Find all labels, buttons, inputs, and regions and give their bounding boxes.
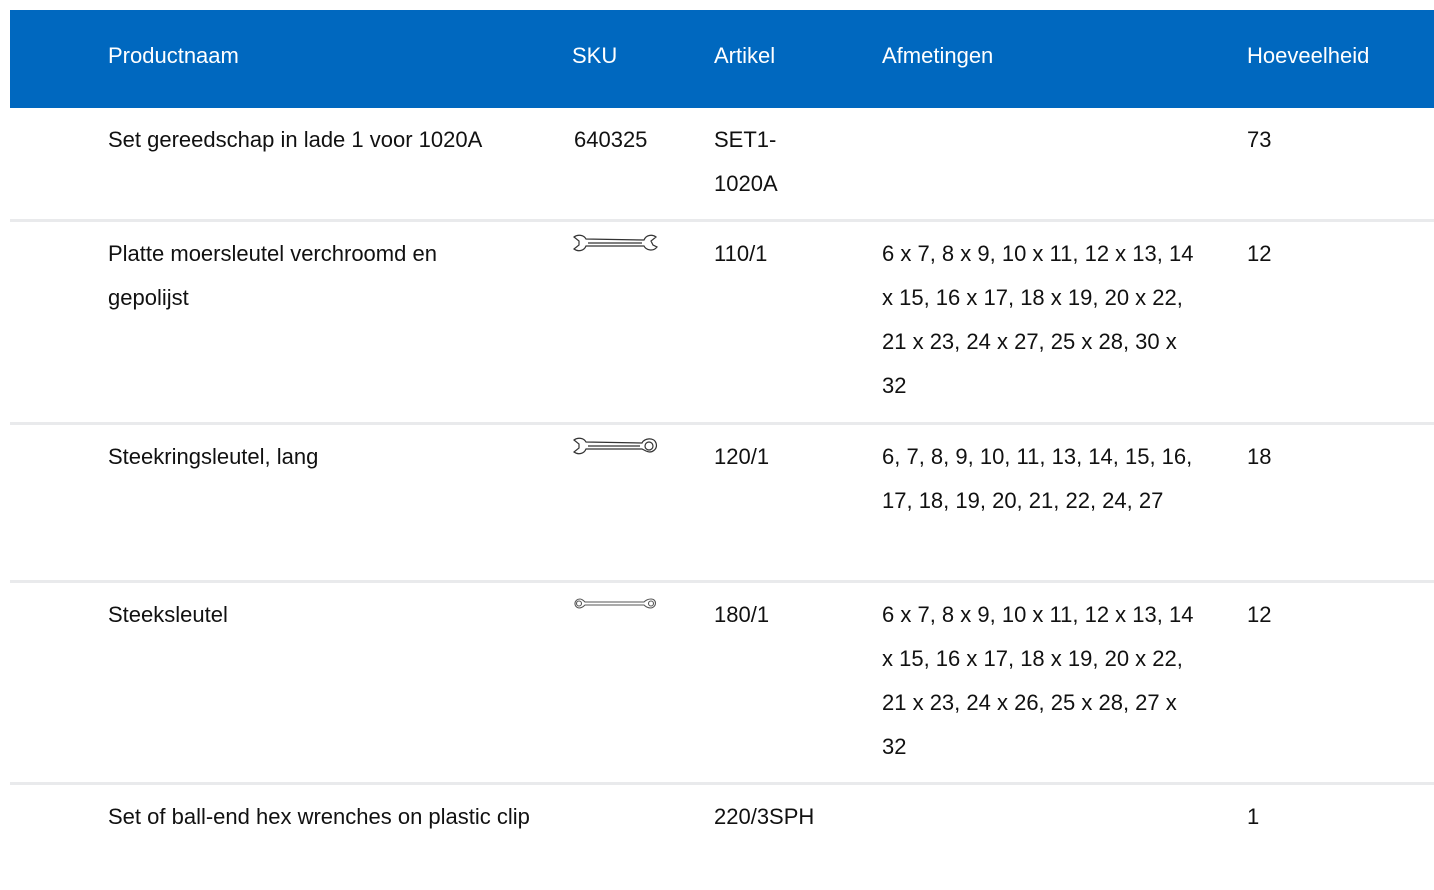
product-name: Steeksleutel	[108, 602, 228, 627]
header-product-name: Productnaam	[108, 43, 239, 68]
header-sku: SKU	[572, 43, 618, 68]
product-quantity: 73	[1247, 127, 1272, 152]
product-quantity: 1	[1247, 804, 1260, 829]
product-name: Set of ball-end hex wrenches on plastic …	[108, 804, 530, 829]
table-row: Set gereedschap in lade 1 voor 1020A 640…	[10, 108, 1434, 222]
header-quantity: Hoeveelheid	[1247, 43, 1370, 68]
product-sku: 640325	[574, 127, 648, 152]
product-dimensions: 6 x 7, 8 x 9, 10 x 11, 12 x 13, 14 x 15,…	[882, 602, 1194, 759]
table-row: Platte moersleutel verchroomd en gepolij…	[10, 222, 1434, 425]
product-article: SET1-1020A	[714, 127, 778, 196]
table-row: Set of ball-end hex wrenches on plastic …	[10, 785, 1434, 890]
header-dimensions: Afmetingen	[882, 43, 994, 68]
table-row: Steeksleutel 180/1 6 x 7, 8 x 9, 10 x 11…	[10, 583, 1434, 785]
product-article: 110/1	[714, 241, 768, 266]
product-table: Productnaam SKU Artikel Afmetingen Hoeve…	[10, 10, 1434, 890]
product-name: Platte moersleutel verchroomd en gepolij…	[108, 241, 437, 310]
product-article: 220/3SPH	[714, 804, 815, 829]
product-quantity: 18	[1247, 444, 1272, 469]
header-article: Artikel	[714, 43, 776, 68]
product-quantity: 12	[1247, 241, 1272, 266]
double-ring-wrench-icon	[572, 593, 662, 617]
open-end-wrench-icon	[572, 232, 662, 256]
product-article: 180/1	[714, 602, 770, 627]
table-header: Productnaam SKU Artikel Afmetingen Hoeve…	[10, 10, 1434, 108]
combination-wrench-icon	[572, 435, 662, 459]
product-dimensions: 6, 7, 8, 9, 10, 11, 13, 14, 15, 16, 17, …	[882, 444, 1193, 513]
product-quantity: 12	[1247, 602, 1272, 627]
product-dimensions: 6 x 7, 8 x 9, 10 x 11, 12 x 13, 14 x 15,…	[882, 241, 1194, 398]
product-name: Set gereedschap in lade 1 voor 1020A	[108, 127, 483, 152]
product-article: 120/1	[714, 444, 770, 469]
product-name: Steekringsleutel, lang	[108, 444, 319, 469]
table-row: Steekringsleutel, lang 120/1 6, 7, 8, 9,…	[10, 425, 1434, 583]
